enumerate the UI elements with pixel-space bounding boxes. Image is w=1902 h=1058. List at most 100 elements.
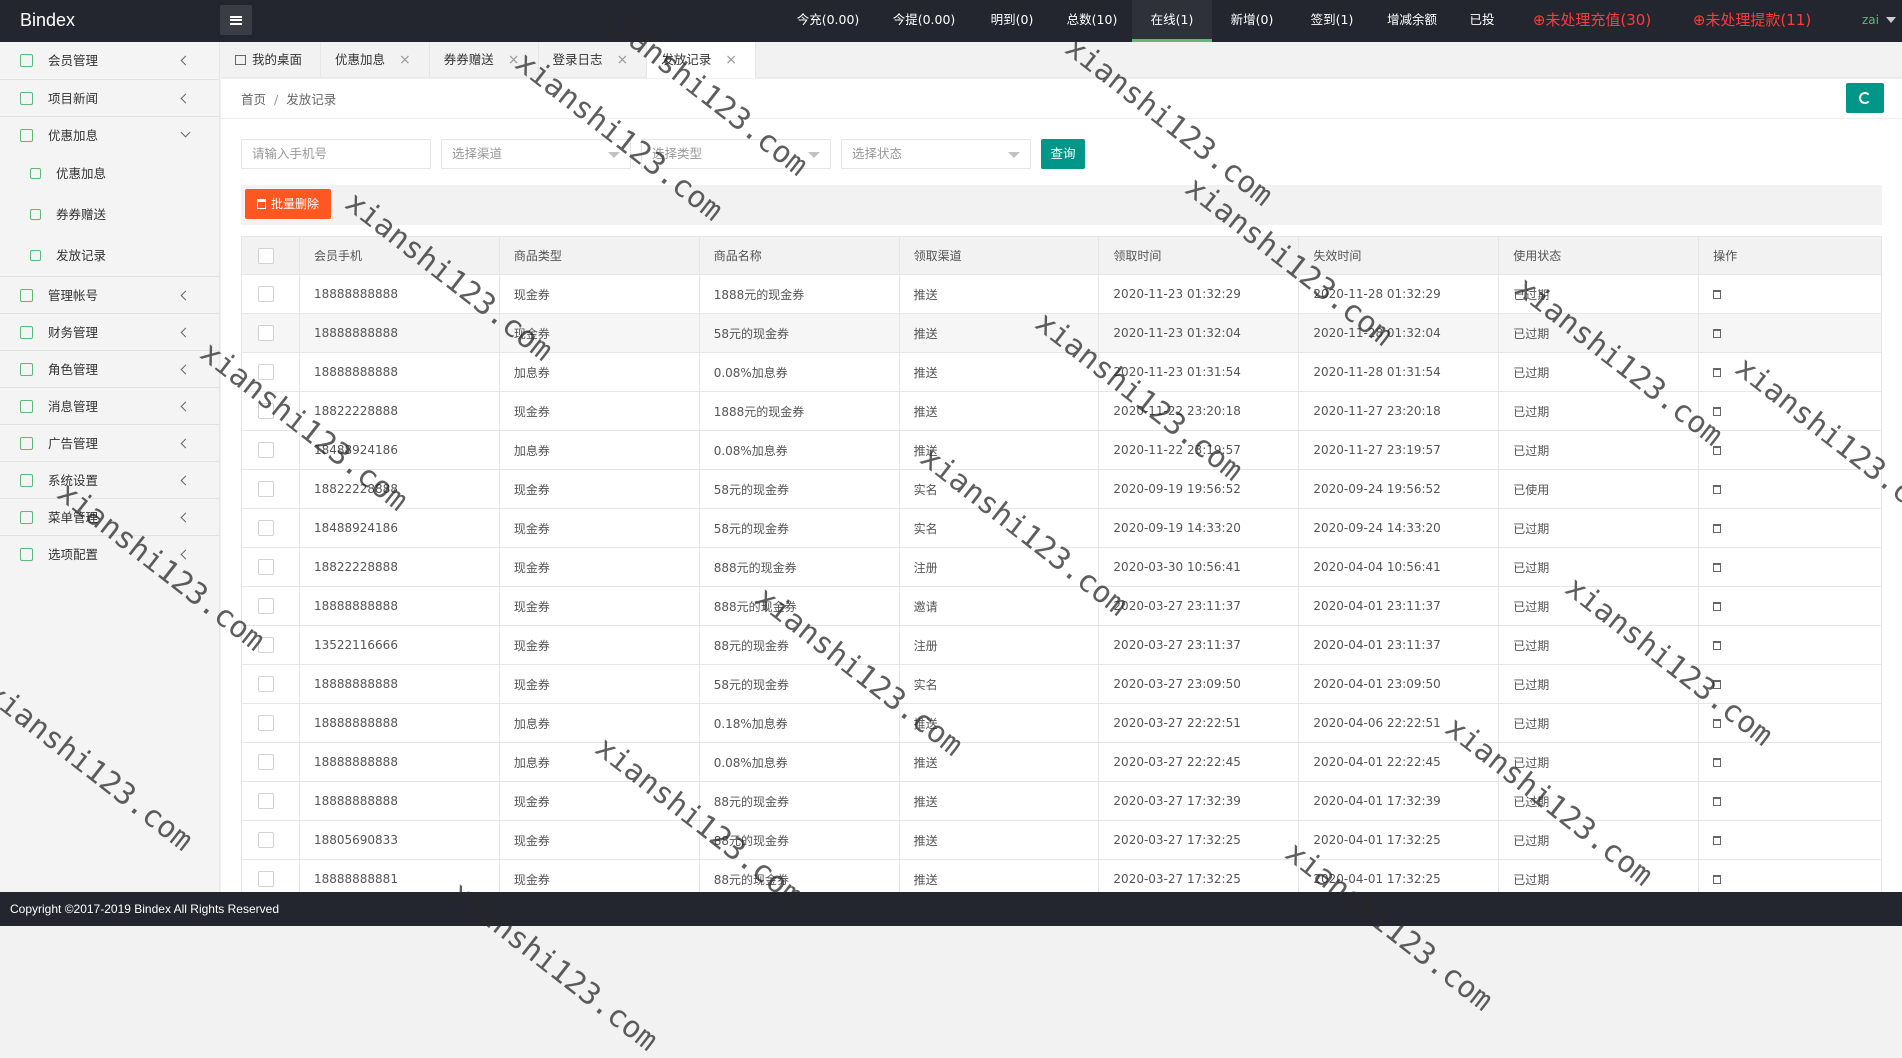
close-icon[interactable]: × [508, 42, 520, 78]
trash-icon[interactable] [1713, 368, 1722, 377]
row-checkbox[interactable] [258, 520, 274, 536]
trash-icon[interactable] [1713, 758, 1722, 767]
top-nav-item[interactable]: ⊕未处理充值(30) [1512, 0, 1672, 42]
sidebar-subitem[interactable]: 优惠加息 [0, 153, 219, 194]
top-nav-item[interactable]: 今充(0.00) [780, 0, 876, 42]
top-nav-item[interactable]: 新增(0) [1212, 0, 1292, 42]
close-icon[interactable]: × [617, 42, 629, 78]
sidebar-item[interactable]: 会员管理 [0, 42, 219, 79]
status-select[interactable]: 选择状态 [841, 139, 1031, 169]
sidebar-subitem[interactable]: 发放记录 [0, 235, 219, 276]
table-row[interactable]: 18822228888 现金券 888元的现金券 注册 2020-03-30 10:56… [241, 547, 1882, 587]
row-checkbox[interactable] [258, 637, 274, 653]
top-nav-item[interactable]: 已投 [1452, 0, 1512, 42]
user-menu[interactable]: zai [1862, 0, 1879, 40]
select-all-checkbox[interactable] [258, 247, 274, 264]
row-checkbox[interactable] [258, 364, 274, 380]
type-select[interactable]: 选择类型 [641, 139, 831, 169]
sidebar-item[interactable]: 项目新闻 [0, 79, 219, 116]
row-checkbox[interactable] [258, 403, 274, 419]
refresh-button[interactable] [1846, 83, 1884, 113]
phone-input[interactable]: 请输入手机号 [241, 139, 431, 169]
top-nav-item[interactable]: 增减余额 [1372, 0, 1452, 42]
trash-icon[interactable] [1713, 290, 1722, 299]
row-checkbox[interactable] [258, 442, 274, 458]
table-row[interactable]: 18888888888 现金券 58元的现金券 推送 2020-11-23 01:32:… [241, 313, 1882, 353]
channel-select[interactable]: 选择渠道 [441, 139, 631, 169]
table-cell: 已使用 [1498, 469, 1700, 509]
table-row[interactable]: 18822228888 现金券 58元的现金券 实名 2020-09-19 19:56:… [241, 469, 1882, 509]
table-row[interactable]: 13522116666 现金券 88元的现金券 注册 2020-03-27 23:11:… [241, 625, 1882, 665]
tab-item[interactable]: 优惠加息 × [321, 42, 430, 78]
table-row[interactable]: 18888888881 现金券 88元的现金券 推送 2020-03-27 17:32:… [241, 859, 1882, 892]
top-nav-item[interactable]: 总数(10) [1052, 0, 1132, 42]
column-header: 商品类型 [498, 236, 700, 275]
trash-icon[interactable] [1713, 602, 1722, 611]
row-checkbox[interactable] [258, 559, 274, 575]
row-checkbox[interactable] [258, 871, 274, 887]
trash-icon[interactable] [1713, 641, 1722, 650]
trash-icon[interactable] [1713, 485, 1722, 494]
row-checkbox[interactable] [258, 715, 274, 731]
trash-icon[interactable] [1713, 836, 1722, 845]
row-checkbox[interactable] [258, 676, 274, 692]
trash-icon[interactable] [1713, 446, 1722, 455]
table-row[interactable]: 18888888888 现金券 888元的现金券 邀请 2020-03-27 23:11… [241, 586, 1882, 626]
table-row[interactable]: 18888888888 现金券 58元的现金券 实名 2020-03-27 23:09:… [241, 664, 1882, 704]
sidebar-subitem[interactable]: 券券赠送 [0, 194, 219, 235]
trash-icon[interactable] [1713, 875, 1722, 884]
row-checkbox[interactable] [258, 754, 274, 770]
query-button[interactable]: 查询 [1041, 139, 1085, 169]
row-checkbox[interactable] [258, 598, 274, 614]
top-nav-item[interactable]: 签到(1) [1292, 0, 1372, 42]
table-row[interactable]: 18488924186 现金券 58元的现金券 实名 2020-09-19 14:33:… [241, 508, 1882, 548]
tab-item[interactable]: 我的桌面 [221, 42, 322, 78]
trash-icon[interactable] [1713, 563, 1722, 572]
trash-icon[interactable] [1713, 719, 1722, 728]
table-row[interactable]: 18888888888 加息券 0.08%加息券 推送 2020-11-23 01:31… [241, 352, 1882, 392]
table-row[interactable]: 18822228888 现金券 1888元的现金券 推送 2020-11-22 23:2… [241, 391, 1882, 431]
table-cell: 2020-11-28 01:32:29 [1298, 274, 1500, 314]
close-icon[interactable]: × [399, 42, 411, 78]
trash-icon[interactable] [1713, 797, 1722, 806]
sidebar-item[interactable]: 选项配置 [0, 535, 219, 572]
batch-delete-button[interactable]: 批量删除 [245, 189, 332, 219]
menu-toggle-button[interactable] [220, 5, 252, 35]
table-row[interactable]: 18805690833 现金券 88元的现金券 推送 2020-03-27 17:32:… [241, 820, 1882, 860]
row-checkbox[interactable] [258, 325, 274, 341]
table-cell: 2020-03-27 22:22:45 [1098, 742, 1300, 782]
tab-item[interactable]: 券券赠送 × [430, 42, 539, 78]
tab-item[interactable]: 发放记录 × [647, 42, 757, 78]
top-nav-item[interactable]: 明到(0) [972, 0, 1052, 42]
trash-icon[interactable] [1713, 407, 1722, 416]
table-row[interactable]: 18888888888 现金券 1888元的现金券 推送 2020-11-23 01:3… [241, 274, 1882, 314]
table-row[interactable]: 18488924186 加息券 0.08%加息券 推送 2020-11-22 23:19… [241, 430, 1882, 470]
sidebar-item[interactable]: 财务管理 [0, 313, 219, 350]
table-row[interactable]: 18888888888 加息券 0.08%加息券 推送 2020-03-27 22:22… [241, 742, 1882, 782]
trash-icon[interactable] [1713, 524, 1722, 533]
table-row[interactable]: 18888888888 加息券 0.18%加息券 推送 2020-03-27 22:22… [241, 703, 1882, 743]
row-checkbox[interactable] [258, 286, 274, 302]
row-checkbox[interactable] [258, 793, 274, 809]
sidebar-item[interactable]: 系统设置 [0, 461, 219, 498]
close-icon[interactable]: × [725, 42, 737, 78]
table-cell: 现金券 [498, 508, 700, 548]
sidebar-item[interactable]: 菜单管理 [0, 498, 219, 535]
sidebar-item[interactable]: 广告管理 [0, 424, 219, 461]
top-nav-item[interactable]: 今提(0.00) [876, 0, 972, 42]
trash-icon[interactable] [1713, 680, 1722, 689]
table-row[interactable]: 18888888888 现金券 88元的现金券 推送 2020-03-27 17:32:… [241, 781, 1882, 821]
row-checkbox[interactable] [258, 832, 274, 848]
breadcrumb-home[interactable]: 首页 [241, 92, 266, 107]
sidebar-item[interactable]: 消息管理 [0, 387, 219, 424]
sidebar-item[interactable]: 优惠加息 [0, 116, 219, 153]
top-nav-item[interactable]: 在线(1) [1132, 0, 1212, 42]
sidebar-item[interactable]: 管理帐号 [0, 276, 219, 313]
sidebar-item[interactable]: 角色管理 [0, 350, 219, 387]
row-checkbox[interactable] [258, 481, 274, 497]
trash-icon[interactable] [1713, 329, 1722, 338]
caret-down-icon[interactable] [1886, 17, 1896, 23]
tab-item[interactable]: 登录日志 × [539, 42, 648, 78]
top-nav-item[interactable]: ⊕未处理提款(11) [1672, 0, 1832, 42]
action-cell [1698, 547, 1882, 587]
